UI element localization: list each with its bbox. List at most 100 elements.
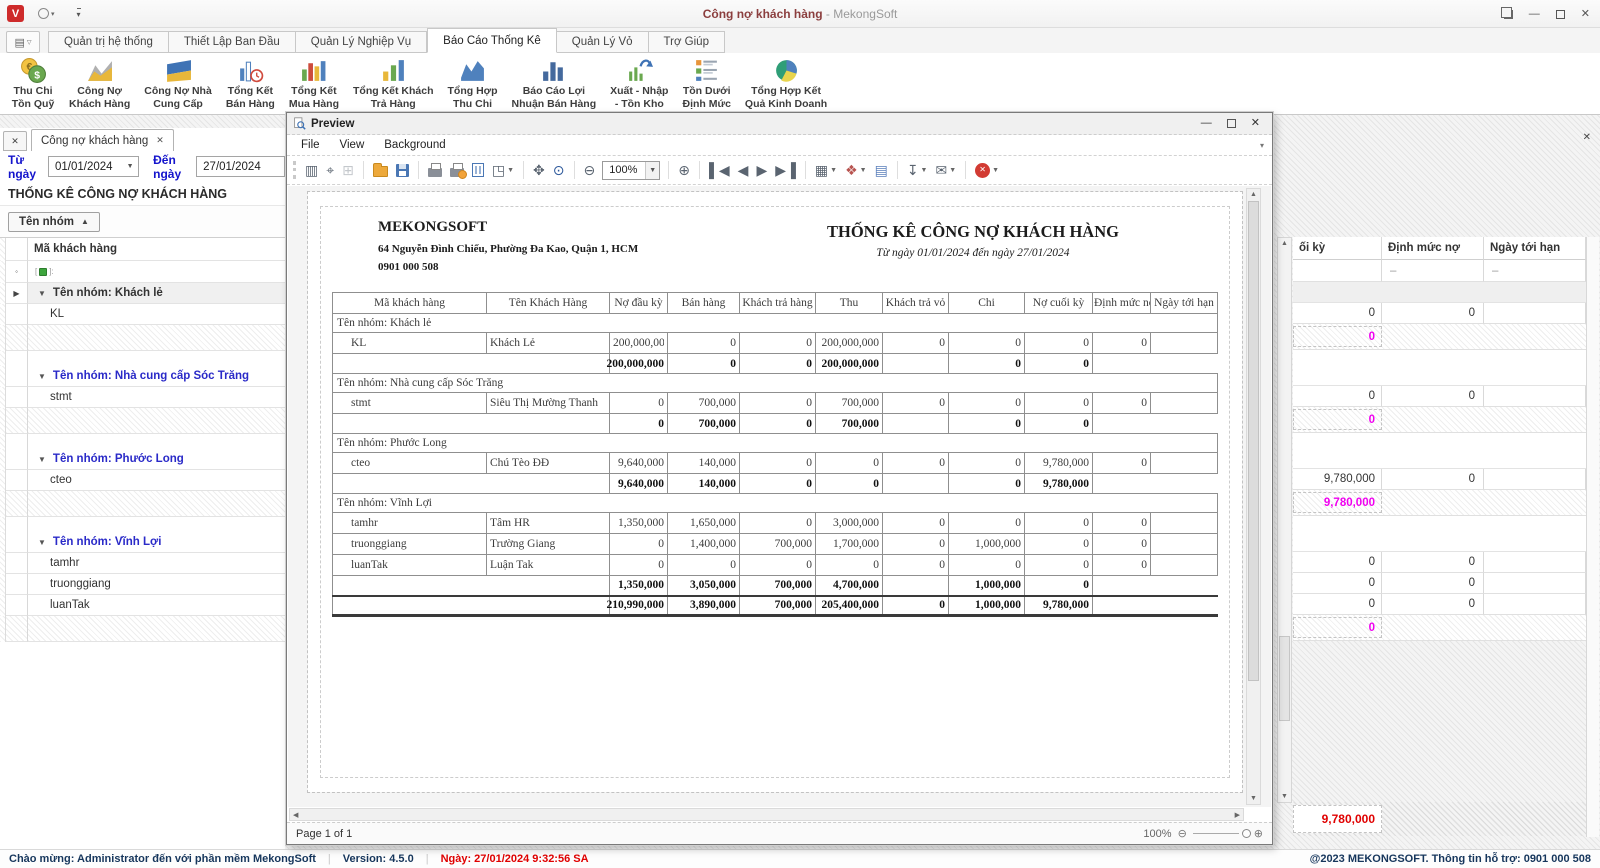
ribbon-button-tong-ket-khach-tra-hang[interactable]: Tổng Kết KháchTrả Hàng [346,56,441,112]
ribbon-tab[interactable]: Thiết Lập Ban Đầu [169,31,296,53]
ribbon-button-bao-cao-loi-nhuan-ban-hang[interactable]: Báo Cáo LợiNhuận Bán Hàng [505,56,604,112]
multiple-pages-caret-icon[interactable]: ▼ [830,167,837,174]
scroll-down-icon[interactable]: ▼ [1278,793,1291,800]
page-color-button[interactable]: ❖▼ [842,161,870,179]
group-row-content[interactable]: ▼Tên nhóm: Phước Long [28,449,285,470]
right-grid-header-cell[interactable]: ối kỳ [1293,237,1382,260]
zoom-in-slider-icon[interactable]: ⊕ [1254,827,1263,840]
customize-toolbar-icon[interactable]: ▾ [77,8,81,19]
next-page-button[interactable]: ▶ [753,161,770,179]
ribbon-tab[interactable]: Báo Cáo Thống Kê [427,28,557,53]
app-menu-button[interactable]: ▤▽ [6,31,40,53]
zoom-in-button[interactable]: ⊕ [675,161,693,179]
quick-access-caret-icon[interactable]: ▾ [51,10,55,18]
document-map-button[interactable]: ▥ [302,161,321,179]
save-document-button[interactable] [393,162,412,179]
right-grid-filter-cell[interactable]: – [1382,260,1484,282]
export-document-caret-icon[interactable]: ▼ [921,167,928,174]
preview-scroll-left-icon[interactable]: ◀ [293,811,298,819]
zoom-slider-track[interactable] [1193,833,1239,834]
group-row-content[interactable]: ▼Tên nhóm: Nhà cung cấp Sóc Trăng [28,366,285,387]
collapse-icon[interactable]: ▼ [38,372,46,381]
send-email-button[interactable]: ✉▼ [932,161,959,179]
group-row-content[interactable]: ▼Tên nhóm: Khách lẻ [28,283,285,304]
hand-tool-button[interactable]: ✥ [530,161,548,179]
quick-access-icon[interactable] [38,8,49,19]
right-grid-filter-cell[interactable]: – [1484,260,1586,282]
preview-maximize-button[interactable] [1227,119,1236,128]
customer-row-content[interactable]: luanTak [28,595,285,616]
close-button[interactable]: ✕ [1581,9,1590,20]
right-grid-header-cell[interactable]: Ngày tới hạn [1484,237,1586,260]
multiple-pages-button[interactable]: ▦▼ [812,161,840,179]
last-page-button[interactable]: ▶▐ [772,161,799,179]
app-logo-icon[interactable]: V [7,5,24,22]
zoom-combo[interactable]: 100%▼ [602,161,660,180]
grid-filter-row-content[interactable]: []: [28,261,285,283]
right-grid-filter-row[interactable]: –– [1293,260,1586,282]
scale-caret-icon[interactable]: ▼ [507,167,514,174]
ribbon-button-cong-no-khach-hang[interactable]: Công NợKhách Hàng [62,56,137,112]
quick-print-button[interactable] [447,161,467,179]
menu-item-view[interactable]: View [330,139,375,151]
preview-scroll-down-icon[interactable]: ▼ [1247,795,1260,802]
preview-vertical-scrollbar[interactable]: ▲ ▼ [1246,188,1261,805]
group-by-chip[interactable]: Tên nhóm▲ [8,212,100,232]
preview-vscroll-thumb[interactable] [1248,201,1259,681]
zoom-slider-knob[interactable] [1242,829,1251,838]
group-row-content[interactable]: ▼Tên nhóm: Vĩnh Lợi [28,532,285,553]
scrollbar-thumb[interactable] [1279,636,1290,721]
preview-minimize-button[interactable]: — [1201,118,1212,129]
close-all-tabs-button[interactable]: ✕ [3,131,27,151]
panel-close-icon[interactable]: ✕ [1583,132,1591,143]
ribbon-button-xuat-nhap-ton-kho[interactable]: Xuất - Nhập- Tồn Kho [603,56,675,112]
export-document-button[interactable]: ↧▼ [904,161,931,179]
zoom-combo-caret-icon[interactable]: ▼ [645,162,659,179]
tab-close-icon[interactable]: ✕ [156,135,164,146]
ribbon-button-ton-duoi-dinh-muc[interactable]: Tồn DướiĐịnh Mức [675,56,737,112]
preview-close-button[interactable]: ✕ [1251,118,1260,129]
collapse-icon[interactable]: ▼ [38,538,46,547]
collapse-icon[interactable]: ▼ [38,455,46,464]
customer-row-content[interactable]: stmt [28,387,285,408]
scroll-up-icon[interactable]: ▲ [1278,240,1291,247]
first-page-button[interactable]: ▌◀ [706,161,733,179]
customer-row-content[interactable]: truonggiang [28,574,285,595]
preview-horizontal-scrollbar[interactable]: ◀ ▶ [289,808,1244,821]
ribbon-tab[interactable]: Trợ Giúp [649,31,725,53]
menu-item-file[interactable]: File [291,139,330,151]
magnifier-button[interactable]: ⊙ [550,161,568,179]
ribbon-button-tong-hop-thu-chi[interactable]: Tổng HợpThu Chi [441,56,505,112]
ribbon-tab[interactable]: Quản Lý Nghiệp Vụ [296,31,427,53]
ribbon-button-cong-no-nha-cung-cap[interactable]: Công Nợ NhàCung Cấp [137,56,219,112]
print-button[interactable] [425,161,445,179]
previous-page-button[interactable]: ◀ [735,161,752,179]
preview-scroll-up-icon[interactable]: ▲ [1247,191,1260,198]
menu-item-background[interactable]: Background [374,139,455,151]
maximize-button[interactable] [1556,10,1565,19]
ribbon-button-thu-chi-ton-quy[interactable]: €$Thu ChiTồn Quỹ [4,56,62,112]
grid-column-header-content[interactable]: Mã khách hàng [28,238,285,261]
customer-row-content[interactable]: cteo [28,470,285,491]
search-button[interactable]: ⌖ [323,161,337,179]
exit-preview-caret-icon[interactable]: ▼ [992,167,999,174]
page-color-caret-icon[interactable]: ▼ [860,167,867,174]
send-email-caret-icon[interactable]: ▼ [949,167,956,174]
grid-vertical-scrollbar[interactable]: ▲ ▼ [1277,237,1292,803]
ribbon-tab[interactable]: Quản trị hệ thống [48,31,169,53]
preview-scroll-right-icon[interactable]: ▶ [1235,811,1240,819]
scale-button[interactable]: ◳▼ [489,161,517,179]
zoom-out-slider-icon[interactable]: ⊖ [1178,827,1187,840]
ribbon-button-tong-hop-ket-qua-kinh-doanh[interactable]: Tổng Hợp KếtQuả Kinh Doanh [738,56,834,112]
menubar-overflow-icon[interactable]: ▾ [1260,141,1264,150]
right-grid-header-cell[interactable]: Định mức nợ [1382,237,1484,260]
toolbar-grip[interactable] [293,161,296,179]
to-date-input[interactable]: 27/01/2024 [196,156,285,177]
page-setup-button[interactable] [469,161,487,179]
zoom-out-button[interactable]: ⊖ [581,161,599,179]
open-document-button[interactable] [370,161,391,179]
from-date-caret-icon[interactable]: ▼ [122,163,138,170]
collapse-icon[interactable]: ▼ [38,289,46,298]
tab-cong-no-khach-hang[interactable]: Công nợ khách hàng ✕ [31,129,174,151]
preview-titlebar[interactable]: Preview — ✕ [287,113,1272,135]
